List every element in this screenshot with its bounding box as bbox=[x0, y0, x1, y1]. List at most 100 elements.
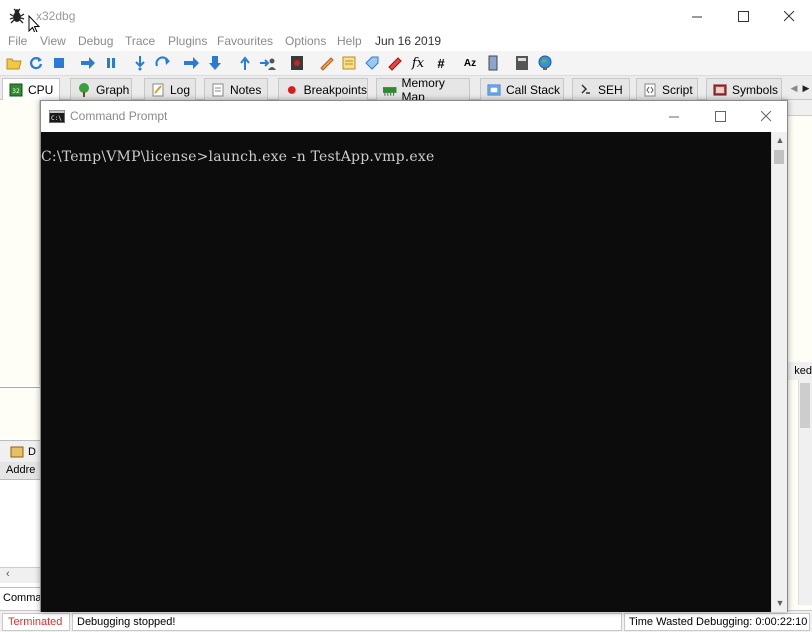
tab-scroll-arrows: ◀ ▶ bbox=[788, 78, 812, 98]
dump-address-header: Addre bbox=[0, 462, 40, 480]
tab-cpu[interactable]: 32 CPU bbox=[2, 78, 60, 101]
execute-till-return-icon[interactable] bbox=[236, 54, 254, 72]
registers-header bbox=[786, 100, 812, 116]
labels-icon[interactable] bbox=[363, 54, 381, 72]
close-button[interactable] bbox=[766, 0, 812, 32]
debug-state: Terminated bbox=[2, 613, 70, 631]
minimize-icon bbox=[668, 116, 679, 118]
disassembly-pane[interactable] bbox=[0, 100, 40, 385]
cmd-title-bar[interactable]: C:\ Command Prompt bbox=[41, 101, 787, 132]
dump-icon bbox=[10, 446, 24, 457]
svg-text:32: 32 bbox=[12, 88, 20, 95]
minimize-button[interactable] bbox=[674, 0, 720, 32]
comments-icon[interactable] bbox=[340, 54, 358, 72]
cmd-minimize-button[interactable] bbox=[651, 101, 697, 132]
pause-icon[interactable] bbox=[102, 54, 120, 72]
menu-options[interactable]: Options bbox=[285, 34, 326, 48]
menu-file[interactable]: File bbox=[8, 34, 27, 48]
variables-icon[interactable]: # bbox=[432, 54, 450, 72]
dump-tab[interactable]: D bbox=[0, 440, 40, 462]
script-icon bbox=[644, 83, 656, 96]
status-bar: Terminated Debugging stopped! Time Waste… bbox=[0, 610, 812, 632]
restart-icon[interactable] bbox=[27, 54, 45, 72]
scroll-up-icon[interactable]: ▲ bbox=[772, 132, 788, 148]
notes-icon bbox=[212, 83, 224, 96]
tab-scroll-left-icon[interactable]: ◀ bbox=[788, 78, 800, 98]
dump-horizontal-scrollbar[interactable]: ‹ bbox=[0, 567, 40, 583]
tab-script[interactable]: Script bbox=[636, 78, 698, 100]
close-icon bbox=[783, 10, 794, 21]
run-icon[interactable] bbox=[79, 54, 97, 72]
build-date: Jun 16 2019 bbox=[375, 34, 442, 48]
tab-breakpoints[interactable]: Breakpoints bbox=[278, 78, 368, 100]
tab-notes[interactable]: Notes bbox=[204, 78, 268, 100]
menu-help[interactable]: Help bbox=[337, 34, 362, 48]
tab-log[interactable]: Log bbox=[144, 78, 196, 100]
callstack-icon bbox=[487, 84, 501, 95]
locked-label: ked bbox=[786, 362, 812, 380]
console-line: C:\Temp\VMP\license>launch.exe -n TestAp… bbox=[41, 149, 435, 165]
tab-memory-map[interactable]: Memory Map bbox=[376, 76, 470, 104]
menu-favourites[interactable]: Favourites bbox=[217, 34, 273, 48]
cmd-icon: C:\ bbox=[49, 110, 65, 123]
strings-icon[interactable]: Az bbox=[461, 54, 479, 72]
memory-icon bbox=[383, 86, 397, 96]
screen: x32dbg File View Debug Trace Plugins Fav… bbox=[0, 0, 812, 632]
tab-scroll-right-icon[interactable]: ▶ bbox=[800, 78, 812, 98]
scroll-down-icon[interactable]: ▼ bbox=[772, 595, 788, 611]
tab-label: CPU bbox=[28, 83, 54, 97]
tab-call-stack[interactable]: Call Stack bbox=[480, 78, 564, 100]
calculator-icon[interactable] bbox=[513, 54, 531, 72]
app-title: x32dbg bbox=[36, 9, 76, 23]
minimize-icon bbox=[691, 16, 702, 17]
console-scrollbar-thumb[interactable] bbox=[774, 150, 784, 164]
trace-over-icon[interactable] bbox=[206, 54, 224, 72]
tab-label: Notes bbox=[230, 82, 262, 97]
tab-label: Log bbox=[170, 82, 191, 97]
console-vertical-scrollbar[interactable] bbox=[771, 132, 787, 612]
trace-into-icon[interactable] bbox=[183, 54, 201, 72]
bookmarks-icon[interactable] bbox=[386, 54, 404, 72]
tab-bar: 32 CPU Graph Log Notes Breakpoints Memor… bbox=[0, 76, 812, 104]
scroll-left-icon[interactable]: ‹ bbox=[6, 568, 10, 580]
preferences-icon[interactable] bbox=[484, 54, 502, 72]
step-over-icon[interactable] bbox=[154, 54, 172, 72]
menu-plugins[interactable]: Plugins bbox=[168, 34, 207, 48]
maximize-button[interactable] bbox=[720, 0, 766, 32]
maximize-icon bbox=[737, 10, 749, 22]
cmd-maximize-button[interactable] bbox=[697, 101, 743, 132]
tab-label: Script bbox=[662, 82, 693, 97]
step-into-icon[interactable] bbox=[131, 54, 149, 72]
functions-icon[interactable]: fx bbox=[409, 54, 427, 72]
cmd-close-button[interactable] bbox=[743, 101, 789, 132]
menu-debug[interactable]: Debug bbox=[78, 34, 113, 48]
time-wasted: Time Wasted Debugging: 0:00:22:10 bbox=[624, 613, 810, 631]
command-label: Comman bbox=[0, 587, 48, 609]
tab-label: Graph bbox=[96, 82, 130, 97]
bug-icon bbox=[9, 8, 25, 24]
tab-label: Call Stack bbox=[506, 82, 561, 97]
graph-icon bbox=[79, 82, 89, 97]
app-title-bar[interactable]: x32dbg bbox=[0, 0, 812, 34]
info-pane[interactable] bbox=[0, 387, 40, 437]
menu-view[interactable]: View bbox=[40, 34, 66, 48]
run-to-user-code-icon[interactable] bbox=[259, 54, 277, 72]
patch-icon[interactable] bbox=[317, 54, 335, 72]
stack-scrollbar-thumb[interactable] bbox=[800, 383, 810, 428]
scylla-icon[interactable] bbox=[288, 54, 306, 72]
tab-label: Symbols bbox=[732, 82, 779, 97]
open-icon[interactable] bbox=[5, 54, 23, 72]
tab-seh[interactable]: SEH bbox=[572, 78, 630, 100]
symbols-icon bbox=[713, 84, 727, 95]
dump-tab-label: D bbox=[28, 445, 36, 458]
globe-icon[interactable] bbox=[536, 54, 554, 72]
tab-symbols[interactable]: Symbols bbox=[706, 78, 782, 100]
tab-graph[interactable]: Graph bbox=[70, 78, 132, 100]
menu-bar: File View Debug Trace Plugins Favourites… bbox=[0, 32, 812, 51]
console-output[interactable]: C:\Temp\VMP\license>launch.exe -n TestAp… bbox=[41, 132, 771, 612]
stop-icon[interactable] bbox=[50, 54, 68, 72]
menu-trace[interactable]: Trace bbox=[125, 34, 155, 48]
cpu-icon: 32 bbox=[9, 83, 23, 97]
close-icon bbox=[760, 111, 771, 122]
command-prompt-window[interactable]: C:\ Command Prompt C:\Temp\VMP\license>l… bbox=[40, 100, 788, 612]
